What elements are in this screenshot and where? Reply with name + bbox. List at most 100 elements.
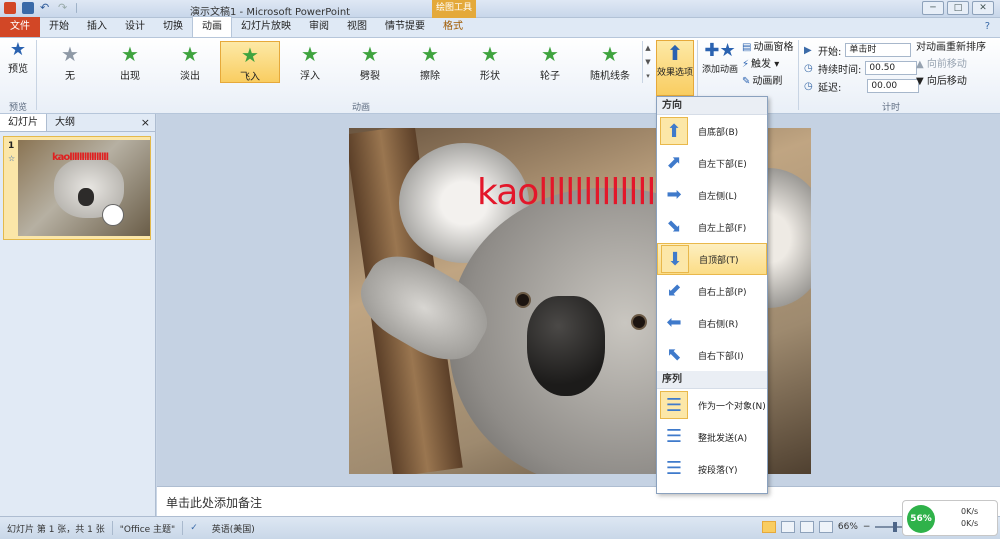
delay-input[interactable]: 00.00 [867,79,920,93]
trigger-button[interactable]: ⚡ 触发 ▾ [742,59,793,71]
star-icon: ★ [541,42,559,66]
tab-outline[interactable]: 大纲 [47,114,83,131]
move-earlier-button[interactable]: ▲ 向前移动 [916,59,986,71]
tab-5[interactable]: 动画 [192,16,232,37]
minimize-button[interactable]: ─ [922,1,944,15]
animation-9[interactable]: ★ 随机线条 [580,41,640,83]
duration-input[interactable]: 00.50 [865,61,918,75]
network-speed-widget: 56% 0K/s 0K/s [902,500,998,536]
menu-item[interactable]: ☰ 整批发送(A) [657,421,767,453]
menu-item-label: 自右侧(R) [698,319,739,330]
animation-5[interactable]: ★ 劈裂 [340,41,400,83]
animation-2[interactable]: ★ 淡出 [160,41,220,83]
start-select[interactable]: 单击时 [845,43,912,57]
tab-7[interactable]: 审阅 [300,17,338,37]
menu-item[interactable]: ⬊ 自左上部(F) [657,211,767,243]
menu-item[interactable]: ⬅ 自右侧(R) [657,307,767,339]
koala-nose-shape [527,296,605,396]
animation-1[interactable]: ★ 出现 [100,41,160,83]
menu-item[interactable]: ⬆ 自底部(B) [657,115,767,147]
preview-button[interactable]: ★ 预览 [3,40,33,76]
play-icon: ▶ [804,44,812,56]
tab-1[interactable]: 开始 [40,17,78,37]
animation-label: 劈裂 [360,71,380,82]
slideshow-view-button[interactable] [818,521,833,533]
help-icon[interactable]: ? [985,21,990,32]
pane-tabs: 幻灯片 大纲 × [0,114,155,132]
group-label-preview: 预览 [9,103,28,113]
delay-label: 延迟: [818,82,842,94]
delay-row: ◷ 延迟: 00.00 [804,77,920,95]
arrow-up-icon: ⬆ [666,41,684,65]
animation-label: 淡出 [180,71,200,82]
menu-item[interactable]: ⬋ 自右上部(P) [657,275,767,307]
menu-item-label: 按段落(Y) [698,465,738,476]
tab-3[interactable]: 设计 [116,17,154,37]
add-animation-button[interactable]: ✚★ 添加动画 [700,40,740,75]
slides-pane: 幻灯片 大纲 × 1 ☆ kaollllllllllllllll [0,114,156,516]
sorter-view-button[interactable] [780,521,795,533]
duration-label: 持续时间: [818,64,862,76]
undo-icon[interactable]: ↶ [40,2,52,14]
maximize-button[interactable]: □ [947,1,969,15]
slide-text-box[interactable]: kaollllllllllllll [477,172,665,213]
menu-item[interactable]: ⬈ 自左下部(E) [657,147,767,179]
menu-item[interactable]: ⬇ 自顶部(T) [657,243,767,275]
menu-item-label: 自左下部(E) [698,159,747,170]
menu-item-label: 自右下部(I) [698,351,744,362]
tab-slides[interactable]: 幻灯片 [0,114,47,131]
animation-7[interactable]: ★ 形状 [460,41,520,83]
animation-label: 出现 [120,71,140,82]
animation-4[interactable]: ★ 浮入 [280,41,340,83]
animation-3[interactable]: ★ 飞入 [220,41,280,83]
theme-name: "Office 主题" [119,524,176,535]
redo-icon[interactable]: ↷ [58,2,70,14]
tab-10[interactable]: 格式 [434,17,472,37]
brush-icon: ✎ [742,76,751,87]
slide-thumbnail-selected[interactable]: 1 ☆ kaollllllllllllllll [3,136,151,240]
tab-9[interactable]: 情节提要 [376,17,434,37]
menu-item[interactable]: ➡ 自左侧(L) [657,179,767,211]
close-pane-icon[interactable]: × [141,116,150,129]
group-divider [798,40,799,110]
star-icon: ★ [181,42,199,66]
move-earlier-label: 向前移动 [926,59,967,70]
animation-8[interactable]: ★ 轮子 [520,41,580,83]
animation-6[interactable]: ★ 擦除 [400,41,460,83]
tab-2[interactable]: 插入 [78,17,116,37]
save-icon[interactable] [22,2,34,14]
menu-item[interactable]: ☰ 作为一个对象(N) [657,389,767,421]
notes-pane[interactable]: 单击此处添加备注 [157,486,1000,516]
arrow-down-icon: ⬇ [661,245,689,273]
menu-item[interactable]: ⬉ 自右下部(I) [657,339,767,371]
zoom-out-icon[interactable]: − [863,522,871,532]
tab-0[interactable]: 文件 [0,17,40,37]
move-later-button[interactable]: ▼ 向后移动 [916,76,986,88]
menu-item[interactable]: ☰ 按段落(Y) [657,453,767,485]
animation-painter-label: 动画刷 [752,76,783,87]
language[interactable]: 英语(美国) [205,522,262,535]
status-bar: 幻灯片 第 1 张，共 1 张 "Office 主题" ✓ 英语(美国) 66%… [0,516,1000,539]
star-icon: ★ [361,42,379,66]
zoom-level[interactable]: 66% [838,522,858,532]
arrow-downleft-icon: ⬋ [666,280,682,301]
animation-pane-button[interactable]: ▤ 动画窗格 [742,42,793,54]
arrow-upleft-icon: ⬉ [666,344,682,365]
star-none-icon: ★ [61,42,79,66]
tab-8[interactable]: 视图 [338,17,376,37]
spellcheck-icon[interactable]: ✓ [183,523,205,533]
start-label: 开始: [818,46,842,58]
effect-options-button[interactable]: ⬆ 效果选项 [656,40,694,96]
menu-item-label: 自底部(B) [698,127,739,138]
context-group-title: 绘图工具 [432,0,476,18]
animation-painter-button[interactable]: ✎ 动画刷 [742,76,793,88]
qat-divider [76,3,77,13]
tab-4[interactable]: 切换 [154,17,192,37]
gallery-scroll[interactable]: ▲ ▼ ▾ [642,41,653,83]
close-button[interactable]: ✕ [972,1,994,15]
animation-0[interactable]: ★ 无 [40,41,100,83]
normal-view-button[interactable] [761,521,776,533]
tab-6[interactable]: 幻灯片放映 [232,17,300,37]
star-icon: ★ [121,42,139,66]
reading-view-button[interactable] [799,521,814,533]
